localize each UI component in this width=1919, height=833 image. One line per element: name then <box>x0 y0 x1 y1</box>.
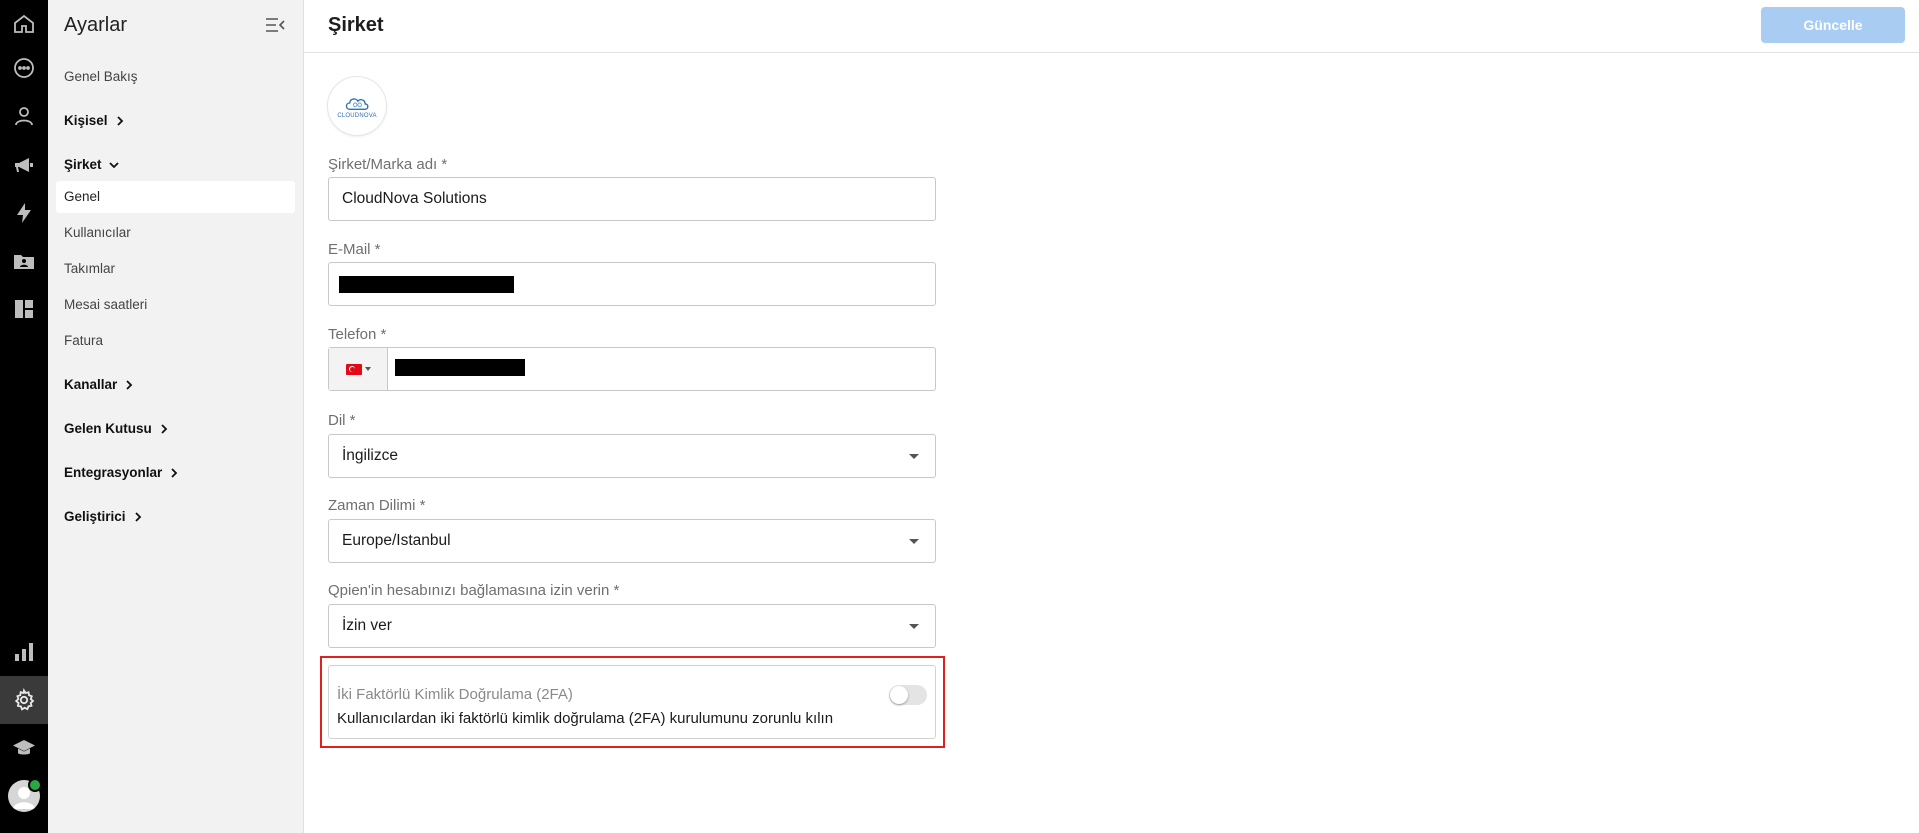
sidebar-section-company[interactable]: Şirket <box>64 157 120 172</box>
sidebar-section-label: Entegrasyonlar <box>64 465 163 480</box>
sidebar-title: Ayarlar <box>64 14 127 36</box>
timezone-select[interactable]: Europe/Istanbul <box>328 519 936 563</box>
language-label: Dil * <box>328 412 356 429</box>
caret-down-icon <box>909 539 919 544</box>
chevron-right-icon <box>126 379 133 390</box>
page-header: Şirket Güncelle <box>304 0 1919 53</box>
sidebar-section-personal[interactable]: Kişisel <box>64 113 126 128</box>
gear-icon[interactable] <box>0 676 48 724</box>
graduation-cap-icon[interactable] <box>0 724 48 772</box>
account-link-label: Qpien'in hesabınızı bağlamasına izin ver… <box>328 582 620 599</box>
caret-down-icon <box>909 624 919 629</box>
cloud-logo-icon <box>345 97 369 110</box>
logo-text: CLOUDNOVA <box>337 112 377 119</box>
language-select[interactable]: İngilizce <box>328 434 936 478</box>
two-factor-description: Kullanıcılardan iki faktörlü kimlik doğr… <box>337 710 834 727</box>
chevron-down-icon <box>108 161 119 168</box>
sidebar-section-label: Geliştirici <box>64 509 126 524</box>
chevron-right-icon <box>161 423 168 434</box>
account-link-select[interactable]: İzin ver <box>328 604 936 648</box>
dashboard-icon[interactable] <box>0 285 48 333</box>
online-status-dot <box>28 778 42 792</box>
account-link-value: İzin ver <box>342 617 392 634</box>
sidebar-section-inbox[interactable]: Gelen Kutusu <box>64 421 170 436</box>
contacts-icon[interactable] <box>0 92 48 140</box>
sidebar-item-working-hours[interactable]: Mesai saatleri <box>64 297 147 312</box>
timezone-label: Zaman Dilimi * <box>328 497 426 514</box>
settings-sidebar: Ayarlar Genel Bakış Kişisel Şirket Genel… <box>48 0 304 833</box>
collapse-sidebar-icon[interactable] <box>264 16 286 34</box>
two-factor-title: İki Faktörlü Kimlik Doğrulama (2FA) <box>337 686 573 703</box>
turkey-flag-icon <box>345 363 362 375</box>
company-name-input[interactable]: CloudNova Solutions <box>328 177 936 221</box>
two-factor-toggle[interactable] <box>889 685 927 705</box>
toggle-knob <box>890 686 908 704</box>
sidebar-section-label: Gelen Kutusu <box>64 421 152 436</box>
country-code-selector[interactable] <box>329 348 388 390</box>
caret-down-icon <box>909 454 919 459</box>
sidebar-section-channels[interactable]: Kanallar <box>64 377 135 392</box>
sidebar-section-developer[interactable]: Geliştirici <box>64 509 144 524</box>
chat-icon[interactable] <box>0 44 48 92</box>
two-factor-card: İki Faktörlü Kimlik Doğrulama (2FA) Kull… <box>328 665 936 739</box>
lightning-icon[interactable] <box>0 189 48 237</box>
phone-label: Telefon * <box>328 326 387 343</box>
redacted-phone <box>395 359 525 376</box>
page-title: Şirket <box>328 14 384 36</box>
sidebar-item-billing[interactable]: Fatura <box>64 333 103 348</box>
caret-down-icon <box>364 367 371 371</box>
folder-user-icon[interactable] <box>0 237 48 285</box>
sidebar-item-users[interactable]: Kullanıcılar <box>64 225 131 240</box>
sidebar-item-general[interactable]: Genel <box>64 189 100 204</box>
chevron-right-icon <box>171 467 178 478</box>
megaphone-icon[interactable] <box>0 141 48 189</box>
sidebar-item-overview[interactable]: Genel Bakış <box>64 69 138 84</box>
sidebar-section-label: Kanallar <box>64 377 118 392</box>
timezone-value: Europe/Istanbul <box>342 532 451 549</box>
bar-chart-icon[interactable] <box>0 628 48 676</box>
app-rail <box>0 0 48 833</box>
phone-input[interactable] <box>328 347 936 391</box>
language-value: İngilizce <box>342 447 398 464</box>
sidebar-section-integrations[interactable]: Entegrasyonlar <box>64 465 180 480</box>
update-button[interactable]: Güncelle <box>1761 7 1905 43</box>
sidebar-section-label: Şirket <box>64 157 102 172</box>
email-label: E-Mail * <box>328 241 381 258</box>
email-input[interactable] <box>328 262 936 306</box>
company-logo[interactable]: CLOUDNOVA <box>328 77 386 135</box>
sidebar-item-teams[interactable]: Takımlar <box>64 261 115 276</box>
sidebar-section-label: Kişisel <box>64 113 108 128</box>
chevron-right-icon <box>116 115 123 126</box>
redacted-email <box>339 276 514 293</box>
home-icon[interactable] <box>0 0 48 48</box>
chevron-right-icon <box>134 511 141 522</box>
company-name-value: CloudNova Solutions <box>342 190 487 207</box>
avatar[interactable] <box>8 778 42 812</box>
company-name-label: Şirket/Marka adı * <box>328 156 448 173</box>
